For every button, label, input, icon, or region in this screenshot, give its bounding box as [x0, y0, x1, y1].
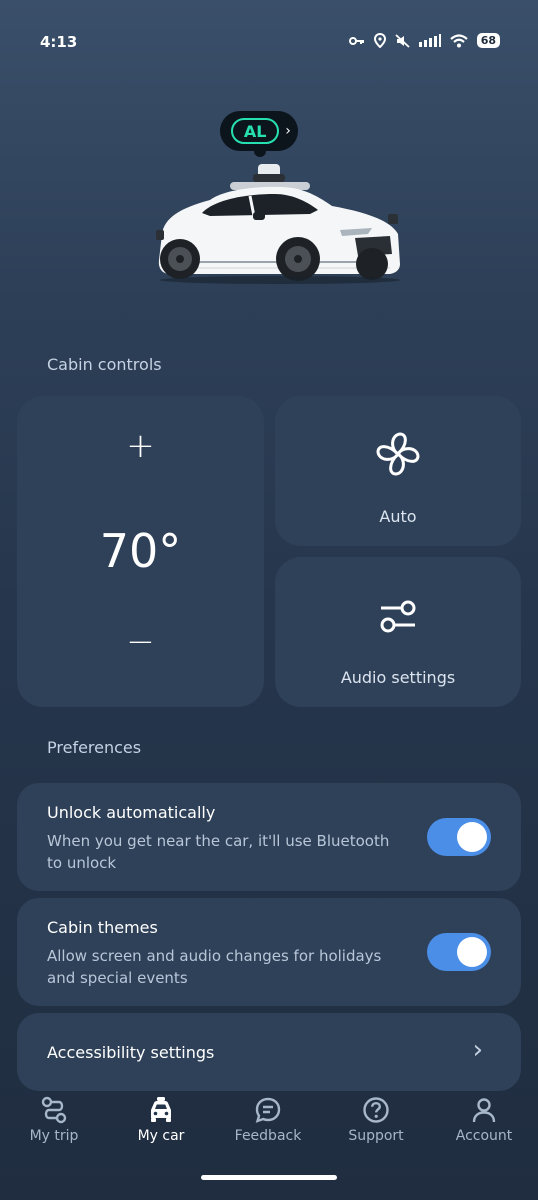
cabin-themes-toggle[interactable]: [427, 933, 491, 971]
unlock-automatically-description: When you get near the car, it'll use Blu…: [47, 832, 390, 872]
nav-my-trip-label: My trip: [29, 1128, 79, 1144]
nav-my-car-label: My car: [137, 1128, 185, 1144]
location-icon: [373, 33, 386, 48]
wifi-icon: [449, 33, 468, 47]
fan-card[interactable]: Auto: [275, 396, 521, 546]
key-icon: [348, 36, 364, 45]
audio-settings-card[interactable]: Audio settings: [275, 557, 521, 707]
nav-feedback-label: Feedback: [234, 1128, 302, 1144]
chevron-right-icon: ›: [285, 123, 291, 139]
vehicle-code: AL: [231, 118, 280, 144]
nav-my-car[interactable]: My car: [111, 1095, 211, 1144]
unlock-automatically-row: Unlock automatically When you get near t…: [17, 783, 521, 891]
route-icon: [41, 1096, 67, 1124]
car-icon: [151, 1097, 171, 1122]
status-icons: 68: [348, 33, 500, 48]
status-time: 4:13: [40, 33, 78, 51]
temperature-value: 70°: [99, 524, 182, 578]
nav-support[interactable]: Support: [326, 1095, 426, 1144]
nav-feedback[interactable]: Feedback: [218, 1095, 318, 1144]
vehicle-id-pill[interactable]: AL ›: [220, 111, 298, 151]
fan-label: Auto: [379, 507, 417, 526]
toggle-knob: [457, 822, 487, 852]
preferences-heading: Preferences: [47, 738, 142, 757]
nav-support-label: Support: [348, 1128, 404, 1144]
cabin-themes-description: Allow screen and audio changes for holid…: [47, 947, 382, 987]
temperature-card: + 70° −: [17, 396, 264, 707]
accessibility-settings-label: Accessibility settings: [47, 1043, 215, 1062]
temperature-decrease-button[interactable]: −: [17, 622, 264, 662]
cabin-themes-title: Cabin themes: [47, 918, 158, 937]
nav-account-label: Account: [455, 1128, 513, 1144]
signal-icon: [418, 34, 441, 47]
cabin-themes-row: Cabin themes Allow screen and audio chan…: [17, 898, 521, 1006]
mute-icon: [395, 33, 410, 48]
home-indicator[interactable]: [201, 1175, 337, 1180]
person-icon: [472, 1098, 496, 1123]
battery-icon: 68: [476, 33, 500, 48]
chat-icon: [255, 1097, 281, 1123]
accessibility-settings-row[interactable]: Accessibility settings ›: [17, 1013, 521, 1091]
fan-icon: [376, 432, 420, 476]
unlock-automatically-title: Unlock automatically: [47, 803, 216, 822]
audio-settings-label: Audio settings: [340, 668, 456, 687]
sliders-icon: [380, 600, 416, 633]
temperature-increase-button[interactable]: +: [17, 426, 264, 466]
nav-my-trip[interactable]: My trip: [4, 1095, 104, 1144]
car-image: [156, 164, 400, 284]
chevron-right-icon: ›: [472, 1035, 483, 1065]
nav-account[interactable]: Account: [434, 1095, 534, 1144]
cabin-controls-heading: Cabin controls: [47, 355, 162, 374]
unlock-automatically-toggle[interactable]: [427, 818, 491, 856]
help-icon: [363, 1097, 389, 1123]
toggle-knob: [457, 937, 487, 967]
